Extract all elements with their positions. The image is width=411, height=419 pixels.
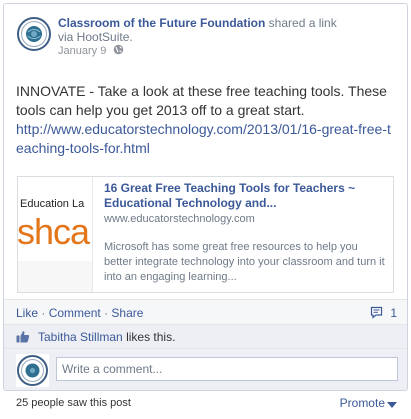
like-button[interactable]: Like — [16, 306, 38, 320]
post-header: Classroom of the Future Foundation share… — [16, 16, 397, 61]
post-date[interactable]: January 9 — [58, 45, 106, 57]
comment-input[interactable] — [56, 357, 398, 381]
page-avatar[interactable] — [16, 16, 52, 52]
attachment-description: Microsoft has some great free resources … — [104, 241, 385, 283]
thumbs-up-icon — [16, 331, 30, 343]
shared-text: shared — [268, 16, 306, 30]
attachment-thumbnail[interactable]: Education La shca — [18, 177, 93, 292]
attachment-domain: www.educatorstechnology.com — [104, 213, 255, 225]
thumbnail-text-line: Education La — [20, 198, 85, 210]
separator: · — [104, 306, 109, 320]
link-attachment[interactable]: Education La shca 16 Great Free Teaching… — [17, 176, 394, 293]
separator: · — [41, 306, 46, 320]
post-footer: 25 people saw this post Promote — [0, 391, 411, 419]
action-bar: Like · Comment · Share 1 — [4, 299, 407, 325]
post-card: Classroom of the Future Foundation share… — [3, 3, 408, 391]
comment-bubble-icon — [370, 306, 383, 319]
post-meta: January 9 — [58, 44, 124, 57]
shared-link[interactable]: a link — [309, 16, 337, 30]
page-name-link[interactable]: Classroom of the Future Foundation — [58, 16, 265, 30]
comment-composer — [4, 349, 407, 390]
header-line: Classroom of the Future Foundation share… — [58, 16, 337, 30]
user-avatar — [16, 354, 49, 387]
promote-button[interactable]: Promote — [340, 396, 385, 410]
action-links: Like · Comment · Share — [16, 306, 143, 320]
liker-name-link[interactable]: Tabitha Stillman — [38, 330, 123, 344]
likes-bar: Tabitha Stillman likes this. — [4, 325, 407, 349]
via-text: via HootSuite. — [58, 30, 133, 44]
share-button[interactable]: Share — [111, 306, 143, 320]
comments-count-button[interactable]: 1 — [370, 306, 397, 320]
post-message: INNOVATE - Take a look at these free tea… — [16, 82, 398, 158]
thumbnail-big-text: shca — [18, 211, 90, 252]
comment-button[interactable]: Comment — [49, 306, 101, 320]
likes-suffix: likes this. — [126, 330, 176, 344]
likes-text: Tabitha Stillman likes this. — [38, 330, 175, 344]
thumbnail-panel — [18, 261, 92, 292]
attachment-title[interactable]: 16 Great Free Teaching Tools for Teacher… — [104, 181, 386, 211]
seen-count-text: 25 people saw this post — [16, 397, 131, 409]
comments-count: 1 — [390, 306, 397, 320]
chevron-down-icon[interactable] — [387, 402, 397, 408]
globe-icon — [114, 44, 124, 55]
message-text: INNOVATE - Take a look at these free tea… — [16, 83, 387, 118]
message-url-link[interactable]: http://www.educatorstechnology.com/2013/… — [16, 120, 398, 158]
